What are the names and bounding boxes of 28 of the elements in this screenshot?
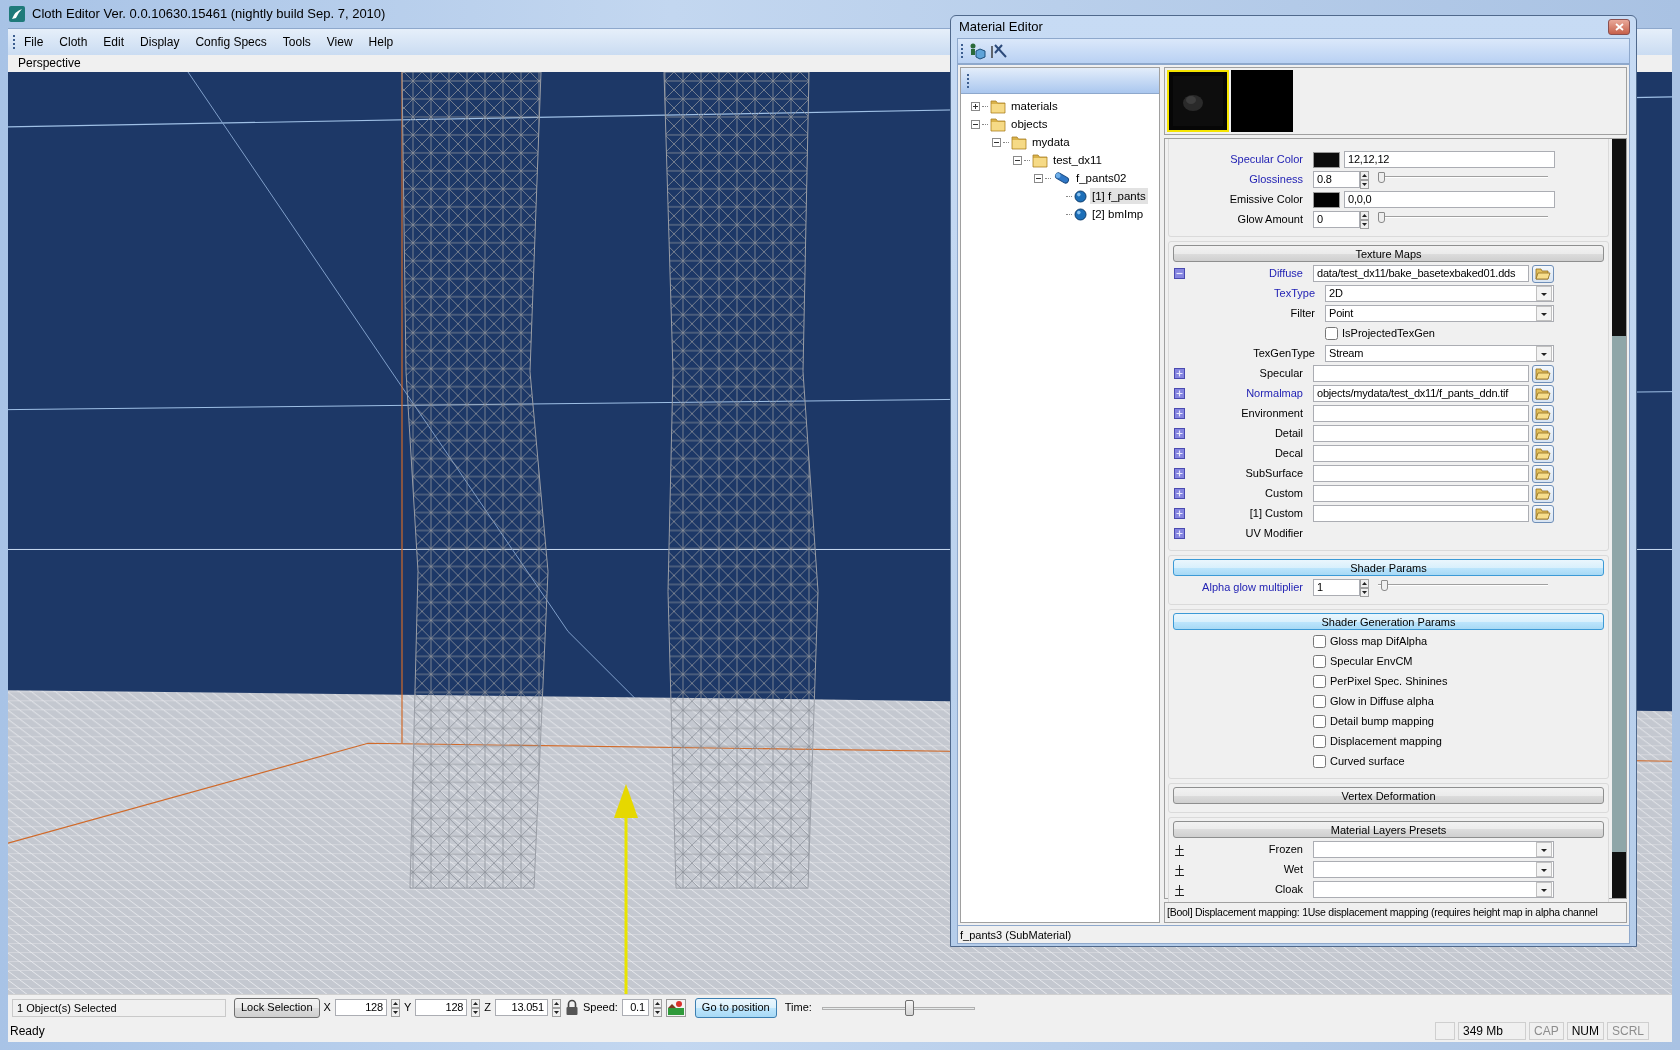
viewport-label: Perspective (18, 56, 81, 70)
memory-indicator: 349 Mb (1457, 1022, 1526, 1040)
menu-item[interactable]: Config Specs (187, 33, 275, 51)
number-field[interactable]: 13.051 (494, 999, 548, 1016)
menu-item[interactable]: File (16, 33, 52, 51)
axis-label: Y (403, 1000, 412, 1016)
menu-item[interactable]: Edit (95, 33, 133, 51)
menu-item[interactable]: Help (360, 33, 402, 51)
menu-item[interactable]: View (318, 33, 361, 51)
number-field[interactable]: 128 (334, 999, 387, 1016)
lock-selection-button[interactable]: Lock Selection (234, 997, 320, 1018)
menu-item[interactable]: Display (132, 33, 188, 51)
menu-item[interactable]: Cloth (51, 33, 96, 51)
window-title: Cloth Editor Ver. 0.0.10630.15461 (nightly build Sep. 7, 2010) (32, 5, 386, 24)
status-text: Ready (9, 1023, 45, 1040)
window-title: Material Editor (959, 18, 1043, 37)
speed-label: Speed: (582, 1000, 618, 1016)
axis-label: Z (484, 1000, 491, 1016)
key-indicator: CAP (1528, 1022, 1564, 1040)
number-field[interactable]: 0.1 (621, 999, 649, 1016)
key-indicator: SCRL (1607, 1022, 1649, 1040)
key-indicator: NUM (1566, 1022, 1604, 1040)
selection-status: 1 Object(s) Selected (12, 998, 226, 1017)
time-label: Time: (784, 1000, 812, 1016)
menu-item[interactable]: Tools (274, 33, 319, 51)
axis-label: X (323, 1000, 331, 1016)
number-field[interactable]: 128 (415, 999, 468, 1016)
go-to-position-button[interactable]: Go to position (694, 997, 777, 1018)
